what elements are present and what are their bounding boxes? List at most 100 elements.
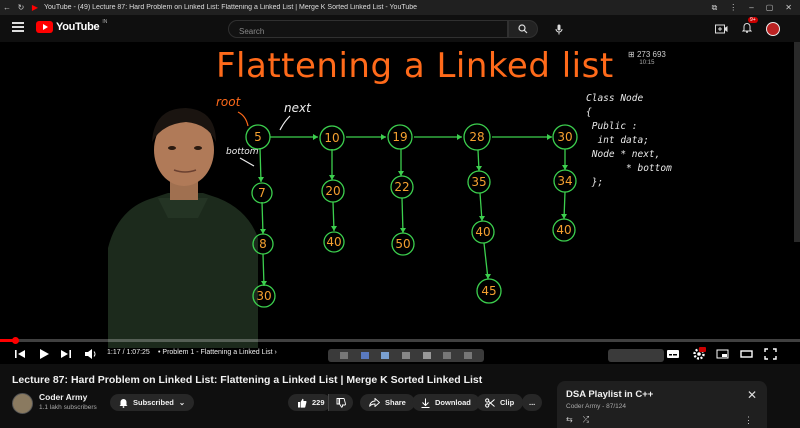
node-30-bottom: 30 (252, 284, 276, 308)
download-button[interactable]: Download (412, 394, 480, 411)
cast-icon[interactable]: ⧉ (712, 3, 718, 13)
node-30: 30 (552, 124, 578, 150)
like-button[interactable]: 229 (288, 394, 331, 411)
youtube-logo[interactable]: YouTube IN (36, 19, 108, 33)
search-icon (518, 24, 528, 34)
subscribed-button[interactable]: Subscribed ⌄ (110, 394, 195, 411)
chevron-down-icon: ⌄ (178, 398, 186, 407)
node-8: 8 (252, 233, 274, 255)
youtube-favicon-icon: ▶ (31, 3, 39, 12)
clip-label: Clip (500, 398, 515, 407)
subscriber-count: 1.1 lakh subscribers (39, 404, 97, 411)
close-button[interactable]: ✕ (785, 3, 792, 13)
node-label: 34 (557, 174, 572, 188)
notification-badge: 9+ (748, 17, 758, 23)
search-input[interactable] (229, 23, 507, 40)
node-5: 5 (245, 124, 271, 150)
channel-name[interactable]: Coder Army (39, 392, 87, 402)
node-40-a: 40 (323, 231, 345, 253)
video-player[interactable]: Flattening a Linked list ⊞ 273 693 10:15… (0, 42, 800, 364)
bell-icon (741, 23, 753, 33)
window-titlebar: ← ↻ ▶ YouTube - (49) Lecture 87: Hard Pr… (0, 0, 800, 15)
video-title: Lecture 87: Hard Problem on Linked List:… (12, 374, 483, 386)
settings-icon[interactable] (692, 347, 706, 361)
hamburger-menu-icon[interactable] (12, 22, 24, 32)
page-scrollbar[interactable] (794, 42, 800, 242)
node-label: 20 (325, 184, 340, 198)
maximize-button[interactable]: ▢ (766, 3, 774, 13)
chapter-label: Problem 1 - Flattening a Linked List (162, 349, 273, 356)
node-label: 19 (392, 130, 407, 144)
time-current: 1:17 (107, 349, 121, 356)
root-annotation: root (216, 95, 242, 109)
fullscreen-icon[interactable] (764, 347, 777, 361)
node-label: 40 (556, 223, 571, 237)
node-label: 5 (254, 130, 262, 144)
node-28: 28 (463, 123, 491, 151)
diagram-edges (259, 136, 566, 287)
scissors-icon (485, 397, 495, 408)
loop-icon[interactable]: ⇆ (566, 415, 573, 425)
playlist-more-icon[interactable]: ⋮ (744, 415, 753, 426)
node-40-c: 40 (552, 218, 576, 242)
subscribed-label: Subscribed (133, 398, 174, 407)
channel-avatar[interactable] (12, 393, 33, 414)
share-button[interactable]: Share (360, 394, 415, 411)
diagram-arrowheads (258, 134, 568, 286)
more-actions-button[interactable]: ... (522, 394, 543, 411)
node-19: 19 (387, 124, 413, 150)
volume-icon[interactable] (84, 347, 98, 361)
window-title: YouTube - (49) Lecture 87: Hard Problem … (44, 4, 418, 11)
root-arrow (237, 111, 249, 127)
next-arrow (279, 115, 291, 131)
play-icon[interactable] (38, 347, 50, 361)
search-button[interactable] (508, 20, 538, 38)
next-icon[interactable] (60, 347, 72, 361)
country-code: IN (102, 19, 108, 25)
extensions-icon[interactable]: ⋮ (729, 3, 737, 13)
bell-icon (119, 398, 128, 408)
node-label: 40 (475, 225, 490, 239)
share-label: Share (385, 398, 406, 407)
node-10: 10 (319, 125, 345, 151)
theater-mode-icon[interactable] (740, 347, 753, 361)
download-icon (421, 398, 430, 408)
node-40-b: 40 (471, 220, 495, 244)
node-label: 50 (395, 237, 410, 251)
shuffle-icon[interactable]: ⤮ (583, 415, 589, 425)
minimize-button[interactable]: – (749, 3, 753, 13)
close-icon[interactable]: ✕ (747, 388, 757, 402)
clip-button[interactable]: Clip (476, 394, 524, 411)
time-display: 1:17 / 1:07:25 (107, 349, 150, 356)
node-label: 10 (324, 131, 339, 145)
node-label: 22 (394, 180, 409, 194)
notifications-button[interactable]: 9+ (741, 17, 758, 38)
reload-icon[interactable]: ↻ (14, 3, 28, 12)
node-label: 40 (326, 235, 341, 249)
node-34: 34 (553, 169, 577, 193)
node-7: 7 (251, 182, 273, 204)
create-video-icon[interactable] (715, 24, 728, 34)
subtitles-icon[interactable] (666, 347, 680, 361)
account-avatar[interactable] (766, 22, 780, 36)
progress-bar[interactable] (0, 337, 800, 344)
node-label: 35 (471, 175, 486, 189)
voice-search-button[interactable] (550, 20, 568, 38)
dislike-button[interactable] (328, 394, 353, 411)
microphone-icon (555, 24, 563, 34)
miniplayer-icon[interactable] (716, 347, 729, 361)
video-details: Lecture 87: Hard Problem on Linked List:… (0, 364, 800, 428)
bottom-arrow (239, 157, 255, 167)
chapter-title[interactable]: • Problem 1 - Flattening a Linked List › (158, 349, 277, 356)
playlist-panel: DSA Playlist in C++ Coder Army - 87/124 … (557, 381, 767, 428)
back-arrow-icon[interactable]: ← (0, 3, 14, 12)
search-box (228, 20, 508, 40)
playlist-title[interactable]: DSA Playlist in C++ (566, 389, 653, 400)
previous-icon[interactable] (14, 347, 26, 361)
node-20: 20 (321, 179, 345, 203)
like-count: 229 (312, 398, 325, 407)
playlist-meta: Coder Army - 87/124 (566, 403, 626, 410)
node-label: 30 (557, 130, 572, 144)
share-icon (369, 398, 380, 407)
download-label: Download (435, 398, 471, 407)
